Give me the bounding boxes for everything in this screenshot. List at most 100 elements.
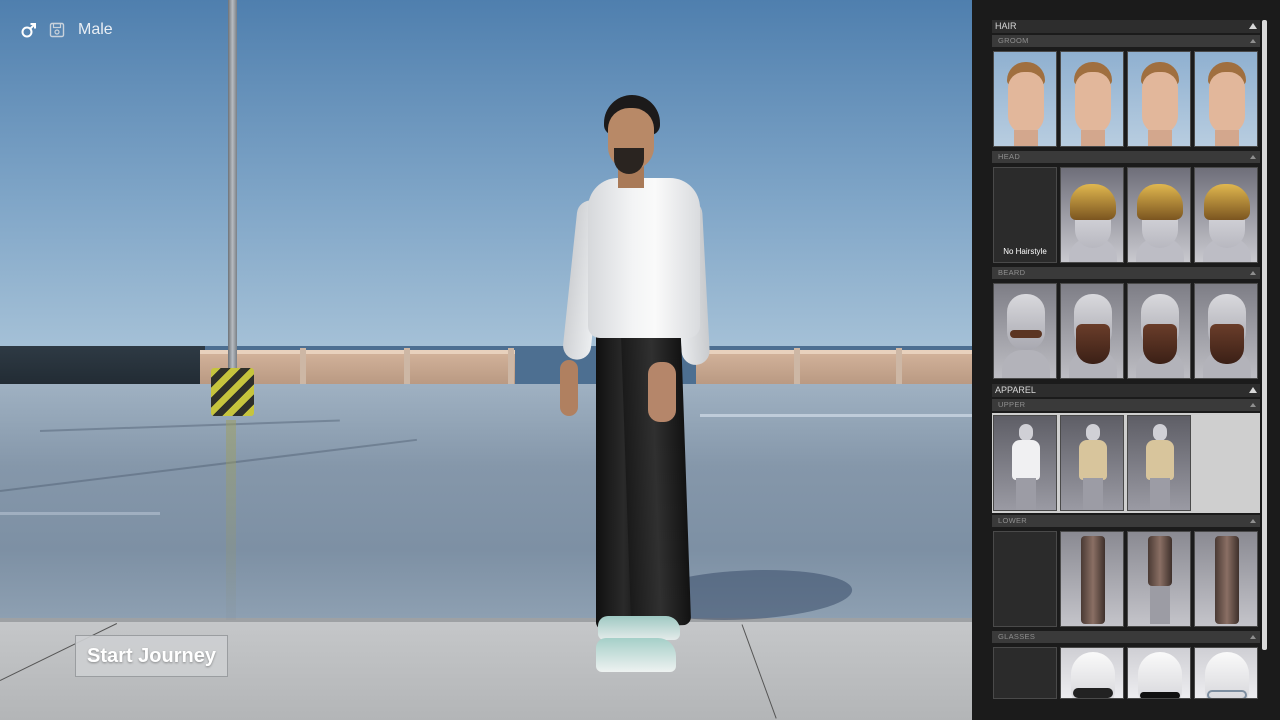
upper-option-cream-sweater[interactable] [1060,415,1124,511]
category-hair-header[interactable]: HAIR [992,20,1260,33]
subcategory-title: HEAD [998,152,1021,161]
head-shape [1086,424,1100,441]
mustache-shape [1010,330,1042,338]
beard-shape [1210,324,1244,364]
character-viewport[interactable] [0,0,972,720]
hairstyle-option-1[interactable] [1060,167,1124,263]
glasses-option-dark[interactable] [1060,647,1124,699]
collapse-icon[interactable] [1250,519,1256,523]
glasses-shape [1207,690,1247,698]
neck-shape [1014,130,1038,146]
glasses-option-round[interactable] [1194,647,1258,699]
legs-shape [1150,478,1170,510]
light-pole [228,0,237,370]
legs-shape [1083,478,1103,510]
beard-option-2[interactable] [1060,283,1124,379]
start-journey-button[interactable]: Start Journey [75,635,228,677]
subcategory-title: UPPER [998,400,1026,409]
shirt-shape [1012,440,1040,480]
no-hairstyle-option[interactable]: No Hairstyle [993,167,1057,263]
lower-option-trousers[interactable] [1060,531,1124,627]
neck-shape [1148,130,1172,146]
subcategory-upper-header[interactable]: UPPER [992,399,1260,411]
beard-option-1[interactable] [993,283,1057,379]
subcategory-beard-header[interactable]: BEARD [992,267,1260,279]
sweater-shape [1146,440,1174,480]
hairstyle-option-2[interactable] [1127,167,1191,263]
character-hand-right [648,362,676,422]
category-apparel-header[interactable]: APPAREL [992,384,1260,397]
collapse-icon[interactable] [1249,23,1257,29]
beard-shape [1143,324,1177,364]
character-shoe-left [598,616,680,640]
neck-shape [1215,130,1239,146]
head-shape [1019,424,1033,441]
groom-option-1[interactable] [993,51,1057,147]
beard-option-4[interactable] [1194,283,1258,379]
upper-option-white-shirt[interactable] [993,415,1057,511]
subcategory-title: GROOM [998,36,1029,45]
face-shape [1142,72,1178,134]
trousers-shape [1215,536,1239,624]
lower-option-none[interactable] [993,531,1057,627]
subcategory-title: LOWER [998,516,1028,525]
hair-shape [1137,184,1183,220]
hair-shape [1204,184,1250,220]
subcategory-title: GLASSES [998,632,1036,641]
striped-bollard [211,368,254,416]
subcategory-lower-header[interactable]: LOWER [992,515,1260,527]
character-shoe-right [596,638,676,672]
hairstyle-option-3[interactable] [1194,167,1258,263]
subcategory-head-header[interactable]: HEAD [992,151,1260,163]
lower-option-trousers-2[interactable] [1194,531,1258,627]
glasses-shape [1140,692,1180,698]
sweater-shape [1079,440,1107,480]
male-symbol-icon[interactable] [20,21,38,39]
subcategory-glasses-header[interactable]: GLASSES [992,631,1260,643]
face-shape [1209,72,1245,134]
no-hairstyle-label: No Hairstyle [1003,247,1047,256]
face-shape [1008,72,1044,134]
floor-reflection [700,414,972,417]
collapse-icon[interactable] [1249,387,1257,393]
save-icon[interactable] [48,21,66,39]
collapse-icon[interactable] [1250,39,1256,43]
collapse-icon[interactable] [1250,635,1256,639]
character-hand-left [560,360,578,416]
groom-option-3[interactable] [1127,51,1191,147]
hair-shape [1070,184,1116,220]
glasses-option-black[interactable] [1127,647,1191,699]
panel-scrollbar[interactable] [1262,20,1267,650]
subcategory-title: BEARD [998,268,1026,277]
beard-shape [1076,324,1110,364]
lower-option-shorts[interactable] [1127,531,1191,627]
groom-option-4[interactable] [1194,51,1258,147]
character-hud: Male [20,21,113,39]
concrete-wall-right [696,350,972,386]
floor-reflection [0,512,160,515]
collapse-icon[interactable] [1250,403,1256,407]
beard-option-3[interactable] [1127,283,1191,379]
subcategory-groom-header[interactable]: GROOM [992,35,1260,47]
character-shirt [588,178,700,338]
trousers-shape [1081,536,1105,624]
collapse-icon[interactable] [1250,155,1256,159]
pole-reflection [226,420,236,620]
category-title: APPAREL [995,385,1036,395]
collapse-icon[interactable] [1250,271,1256,275]
face-shape [1007,294,1045,350]
category-title: HAIR [995,21,1017,31]
wall-post [508,348,514,386]
wall-post [896,348,902,386]
wall-post [404,348,410,386]
groom-option-2[interactable] [1060,51,1124,147]
head-shape [1153,424,1167,441]
sky [0,0,972,360]
wall-post [300,348,306,386]
neck-shape [1081,130,1105,146]
wall-post [794,348,800,386]
upper-option-cream-sweater-2[interactable] [1127,415,1191,511]
glasses-option-none[interactable] [993,647,1057,699]
face-shape [1075,72,1111,134]
gender-label: Male [78,21,113,38]
